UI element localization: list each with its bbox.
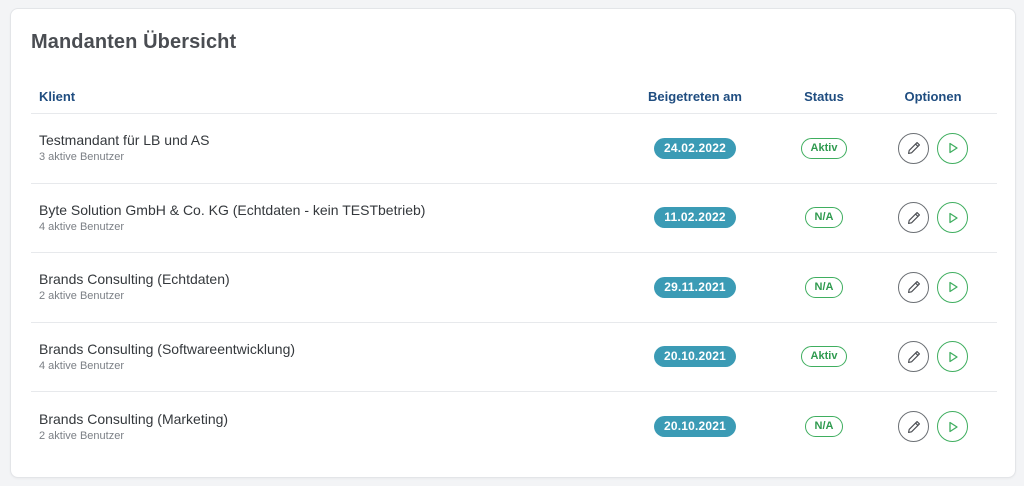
joined-date-badge: 20.10.2021 [653,346,737,368]
column-header-joined[interactable]: Beigetreten am [611,89,779,104]
status-cell: N/A [779,207,869,229]
status-badge: N/A [804,207,844,229]
open-button[interactable] [937,132,968,164]
table-row: Byte Solution GmbH & Co. KG (Echtdaten -… [31,184,997,253]
client-cell: Brands Consulting (Echtdaten) 2 aktive B… [31,270,611,304]
edit-button[interactable] [898,341,929,373]
column-header-client[interactable]: Klient [31,89,611,104]
options-cell [869,411,997,443]
joined-cell: 11.02.2022 [611,207,779,229]
client-name: Brands Consulting (Softwareentwicklung) [39,340,296,357]
joined-cell: 20.10.2021 [611,416,779,438]
open-button[interactable] [937,341,968,373]
column-header-options: Optionen [904,88,962,104]
joined-date-badge: 29.11.2021 [654,276,736,298]
status-badge: N/A [804,276,844,298]
column-header-status[interactable]: Status [779,89,869,104]
edit-button[interactable] [898,132,929,164]
pencil-icon [907,350,920,363]
client-active-users: 2 aktive Benutzer [39,429,124,442]
status-badge: Aktiv [800,346,848,368]
status-cell: Aktiv [779,137,869,159]
client-cell: Brands Consulting (Marketing) 2 aktive B… [31,410,611,444]
play-icon [948,143,958,154]
client-active-users: 2 aktive Benutzer [39,290,124,303]
pencil-icon [907,420,920,433]
edit-button[interactable] [898,411,929,443]
clients-table: Klient Beigetreten am Status Optionen Te… [31,79,997,462]
pencil-icon [907,142,920,155]
open-button[interactable] [937,202,968,234]
open-button[interactable] [937,411,968,443]
status-badge: N/A [804,416,844,438]
client-name: Byte Solution GmbH & Co. KG (Echtdaten -… [39,201,426,218]
table-row: Brands Consulting (Marketing) 2 aktive B… [31,392,997,462]
table-header: Klient Beigetreten am Status Optionen [31,79,997,114]
client-name: Testmandant für LB und AS [39,132,210,149]
status-badge: Aktiv [800,137,848,159]
page-title: Mandanten Übersicht [31,31,237,53]
joined-date-badge: 24.02.2022 [653,137,737,159]
clients-card: Mandanten Übersicht Klient Beigetreten a… [10,8,1016,478]
client-active-users: 4 aktive Benutzer [39,220,124,233]
play-icon [948,351,958,362]
client-name: Brands Consulting (Echtdaten) [39,271,230,288]
status-cell: N/A [779,416,869,438]
pencil-icon [907,281,920,294]
client-active-users: 3 aktive Benutzer [39,151,124,164]
pencil-icon [907,211,920,224]
play-icon [948,282,958,293]
table-row: Brands Consulting (Echtdaten) 2 aktive B… [31,253,997,323]
table-row: Brands Consulting (Softwareentwicklung) … [31,323,997,392]
client-cell: Testmandant für LB und AS 3 aktive Benut… [31,131,611,165]
options-cell [869,341,997,373]
play-icon [948,212,958,223]
joined-cell: 24.02.2022 [611,137,779,159]
open-button[interactable] [937,271,968,303]
options-cell [869,132,997,164]
joined-cell: 20.10.2021 [611,346,779,368]
table-row: Testmandant für LB und AS 3 aktive Benut… [31,114,997,184]
status-cell: Aktiv [779,346,869,368]
options-cell [869,271,997,303]
options-cell [869,202,997,234]
edit-button[interactable] [898,271,929,303]
play-icon [948,421,958,432]
client-cell: Byte Solution GmbH & Co. KG (Echtdaten -… [31,201,611,235]
joined-date-badge: 11.02.2022 [654,207,736,229]
client-cell: Brands Consulting (Softwareentwicklung) … [31,340,611,374]
status-cell: N/A [779,276,869,298]
edit-button[interactable] [898,202,929,234]
joined-cell: 29.11.2021 [611,276,779,298]
client-active-users: 4 aktive Benutzer [39,359,124,372]
joined-date-badge: 20.10.2021 [653,416,737,438]
client-name: Brands Consulting (Marketing) [39,410,229,427]
